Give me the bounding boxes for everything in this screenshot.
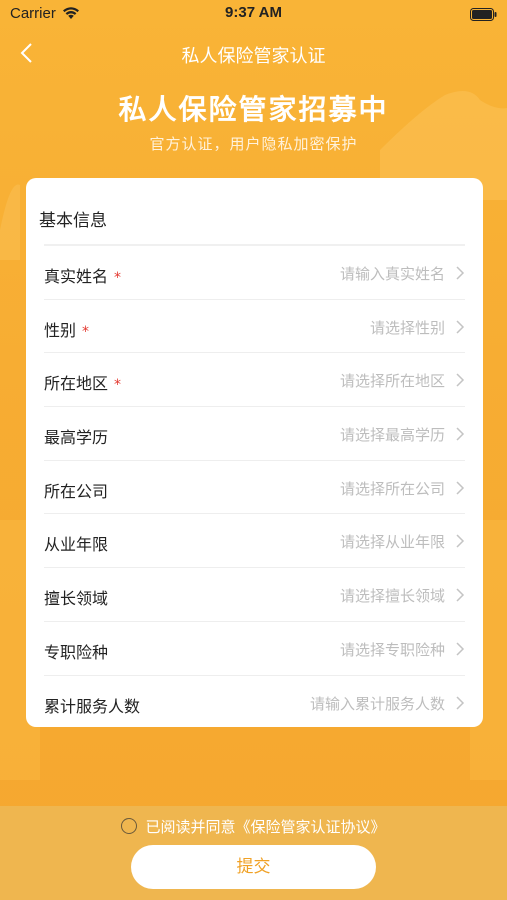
form-row[interactable]: 专职险种 请选择专职险种 [44, 622, 465, 676]
form-row-label: 所在公司 [44, 478, 108, 502]
section-title: 基本信息 [39, 211, 107, 231]
chevron-right-icon [456, 373, 465, 387]
chevron-right-icon [456, 695, 465, 710]
form-row-placeholder[interactable]: 请选择最高学历 [340, 424, 445, 445]
form-row[interactable]: 真实姓名 * 请输入真实姓名 [44, 246, 465, 300]
form-row-label: 擅长领域 [44, 585, 108, 609]
form-row-label: 性别 * [44, 317, 89, 341]
chevron-right-icon [456, 266, 465, 280]
form-row-label: 所在地区 * [44, 370, 121, 394]
status-time: 9:37 AM [225, 4, 282, 21]
form-row[interactable]: 性别 * 请选择性别 [44, 300, 465, 354]
status-bar: Carrier 9:37 AM [0, 0, 507, 30]
form-list: 真实姓名 * 请输入真实姓名性别 * 请选择性别所在地区 * 请选择所在地区最高学历 请选择最… [44, 246, 465, 729]
form-row-placeholder[interactable]: 请输入真实姓名 [340, 263, 445, 284]
form-row-placeholder[interactable]: 请选择性别 [370, 317, 445, 338]
agreement-row[interactable]: 已阅读并同意《保险管家认证协议》 [0, 814, 507, 838]
bottom-bar: 已阅读并同意《保险管家认证协议》 提交 [0, 806, 507, 900]
basic-info-card: 基本信息 真实姓名 * 请输入真实姓名性别 * 请选择性别所在地区 * 请选择所在地区最高学… [26, 178, 483, 727]
form-row-label-text: 从业年限 [44, 535, 109, 555]
form-row-placeholder[interactable]: 请选择从业年限 [340, 531, 445, 552]
chevron-right-icon [456, 320, 465, 334]
form-row-placeholder[interactable]: 请输入累计服务人数 [310, 693, 445, 714]
required-mark: * [82, 323, 90, 340]
hero-title: 私人保险管家招募中 [118, 93, 389, 126]
hero-subtitle: 官方认证，用户隐私加密保护 [149, 135, 358, 153]
page-title: 私人保险管家认证 [181, 46, 326, 67]
form-row-label-text: 性别 [44, 320, 77, 340]
agreement-radio[interactable] [121, 818, 138, 834]
chevron-right-icon [456, 481, 465, 495]
agreement-text[interactable]: 已阅读并同意《保险管家认证协议》 [145, 816, 385, 837]
form-row-label-text: 所在地区 [44, 374, 109, 394]
form-row-label-text: 所在公司 [44, 481, 109, 501]
form-row[interactable]: 累计服务人数 请输入累计服务人数 [44, 676, 465, 730]
form-row-placeholder[interactable]: 请选择擅长领域 [340, 585, 445, 606]
required-mark: * [114, 377, 122, 394]
form-row-label: 最高学历 [44, 424, 108, 448]
form-row-placeholder[interactable]: 请选择专职险种 [340, 639, 445, 660]
form-row-label-text: 擅长领域 [44, 589, 109, 609]
form-row-label: 专职险种 [44, 639, 108, 663]
form-row-placeholder[interactable]: 请选择所在地区 [340, 370, 445, 391]
chevron-right-icon [456, 642, 465, 656]
chevron-right-icon [456, 427, 465, 441]
form-row[interactable]: 擅长领域 请选择擅长领域 [44, 568, 465, 622]
form-row[interactable]: 从业年限 请选择从业年限 [44, 514, 465, 569]
form-row-label: 从业年限 [44, 531, 108, 555]
form-row-label-text: 真实姓名 [44, 267, 109, 286]
form-row-placeholder[interactable]: 请选择所在公司 [340, 478, 445, 499]
form-row-label-text: 最高学历 [44, 428, 109, 448]
form-row[interactable]: 最高学历 请选择最高学历 [44, 407, 465, 461]
chevron-right-icon [456, 534, 465, 548]
chevron-right-icon [456, 588, 465, 602]
form-row-label: 真实姓名 * [44, 263, 121, 287]
navigation-bar: 私人保险管家认证 [0, 34, 507, 74]
battery-icon [470, 8, 497, 21]
form-row[interactable]: 所在公司 请选择所在公司 [44, 461, 465, 515]
form-row-label-text: 累计服务人数 [44, 696, 141, 716]
required-mark: * [114, 270, 122, 286]
form-row[interactable]: 所在地区 * 请选择所在地区 [44, 353, 465, 408]
submit-button[interactable]: 提交 [131, 845, 376, 889]
form-row-label-text: 专职险种 [44, 642, 109, 662]
form-row-label: 累计服务人数 [44, 693, 140, 717]
